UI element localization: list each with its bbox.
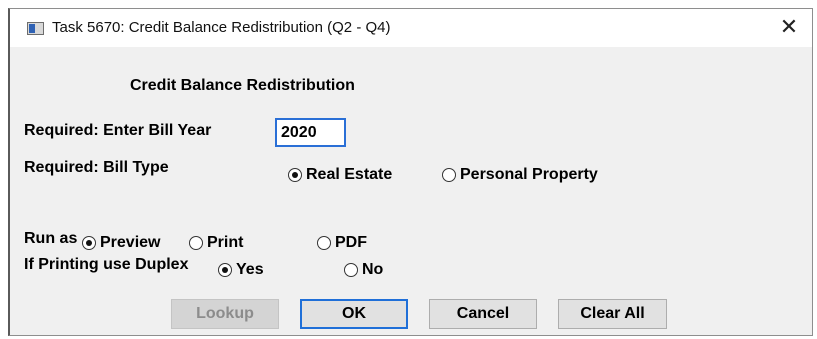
clear-all-button[interactable]: Clear All — [558, 299, 667, 329]
radio-preview[interactable]: Preview — [82, 234, 160, 252]
window-title: Task 5670: Credit Balance Redistribution… — [52, 19, 391, 36]
close-button[interactable]: ✕ — [774, 13, 804, 41]
radio-unchecked-icon — [189, 236, 203, 250]
run-as-label: Run as — [24, 230, 78, 247]
radio-checked-icon — [82, 236, 96, 250]
radio-real-estate-label: Real Estate — [306, 166, 393, 183]
radio-pdf-label: PDF — [335, 234, 367, 251]
radio-pdf[interactable]: PDF — [317, 234, 367, 252]
bill-type-label: Required: Bill Type — [24, 159, 169, 176]
radio-unchecked-icon — [344, 263, 358, 277]
radio-personal-property-label: Personal Property — [460, 166, 598, 183]
duplex-label: If Printing use Duplex — [24, 256, 189, 273]
dialog-body: Credit Balance Redistribution Required: … — [10, 47, 812, 335]
radio-checked-icon — [288, 168, 302, 182]
radio-unchecked-icon — [317, 236, 331, 250]
bill-year-label: Required: Enter Bill Year — [24, 122, 212, 139]
radio-checked-icon — [218, 263, 232, 277]
radio-duplex-yes-label: Yes — [236, 261, 264, 278]
radio-duplex-yes[interactable]: Yes — [218, 261, 264, 279]
ok-button[interactable]: OK — [300, 299, 408, 329]
cancel-button[interactable]: Cancel — [429, 299, 537, 329]
radio-unchecked-icon — [442, 168, 456, 182]
lookup-button[interactable]: Lookup — [171, 299, 279, 329]
radio-duplex-no-label: No — [362, 261, 384, 278]
bill-year-input[interactable] — [275, 118, 346, 147]
radio-print[interactable]: Print — [189, 234, 243, 252]
radio-real-estate[interactable]: Real Estate — [288, 166, 392, 184]
form-heading: Credit Balance Redistribution — [130, 77, 355, 94]
radio-print-label: Print — [207, 234, 244, 251]
title-bar[interactable]: Task 5670: Credit Balance Redistribution… — [10, 9, 812, 47]
radio-preview-label: Preview — [100, 234, 161, 251]
dialog-window: Task 5670: Credit Balance Redistribution… — [8, 8, 813, 336]
radio-personal-property[interactable]: Personal Property — [442, 166, 598, 184]
radio-duplex-no[interactable]: No — [344, 261, 383, 279]
application-window-icon — [27, 22, 44, 35]
